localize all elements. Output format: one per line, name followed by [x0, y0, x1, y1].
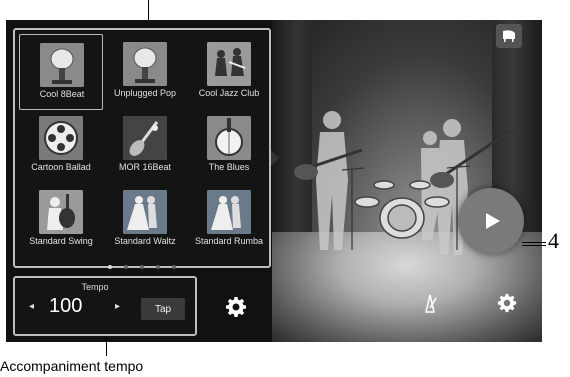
tempo-value: 100	[49, 295, 83, 317]
style-label: MOR 16Beat	[118, 162, 172, 172]
style-tile[interactable]: Standard Rumba	[187, 182, 271, 258]
callout-line-4	[522, 242, 546, 243]
style-tile[interactable]: The Blues	[187, 108, 271, 184]
tempo-decrease-button[interactable]: ◂	[29, 301, 34, 312]
page-indicator	[15, 256, 269, 274]
page-dot[interactable]	[156, 265, 160, 269]
piano-icon	[503, 30, 515, 42]
play-button[interactable]	[458, 188, 524, 254]
jazz-band-icon	[207, 42, 251, 86]
tempo-increase-button[interactable]: ▸	[115, 301, 120, 312]
style-settings-gear-icon[interactable]	[224, 295, 248, 319]
callout-label: Accompaniment tempo	[0, 358, 144, 374]
style-label: Standard Waltz	[114, 236, 176, 246]
panel-pointer	[271, 150, 279, 166]
style-label: Cool 8Beat	[39, 89, 85, 99]
film-reel-icon	[39, 116, 83, 160]
style-label: Cool Jazz Club	[198, 88, 260, 98]
play-icon	[486, 213, 500, 229]
style-tile[interactable]: Standard Swing	[19, 182, 103, 258]
style-label: Cartoon Ballad	[31, 162, 91, 172]
microphone-icon	[40, 43, 84, 87]
settings-gear-icon[interactable]	[496, 292, 518, 314]
banjo-icon	[207, 116, 251, 160]
page-dot[interactable]	[172, 265, 176, 269]
style-label: Standard Rumba	[194, 236, 264, 246]
piano-button[interactable]	[496, 24, 522, 48]
style-tile[interactable]: Cool 8Beat	[19, 34, 103, 110]
page-dot[interactable]	[108, 265, 112, 269]
dancers-icon	[123, 190, 167, 234]
style-tile[interactable]: Unplugged Pop	[103, 34, 187, 110]
style-tile[interactable]: Cartoon Ballad	[19, 108, 103, 184]
tempo-label: Tempo	[81, 282, 109, 292]
style-label: Standard Swing	[29, 236, 93, 246]
callout-line-bottom	[106, 336, 107, 356]
callout-number: 4	[548, 228, 559, 253]
style-selection-panel: Cool 8Beat Unplugged Pop Cool Jazz Club Car…	[13, 28, 271, 269]
style-tile[interactable]: Cool Jazz Club	[187, 34, 271, 110]
style-label: Unplugged Pop	[113, 88, 177, 98]
tempo-panel: Tempo ◂ 100 ▸ Tap	[13, 276, 197, 336]
style-tile[interactable]: MOR 16Beat	[103, 108, 187, 184]
style-label: The Blues	[208, 162, 250, 172]
metronome-icon[interactable]	[420, 292, 440, 314]
microphone-icon	[123, 42, 167, 86]
electric-guitar-icon	[123, 116, 167, 160]
acoustic-guitar-icon	[39, 190, 83, 234]
page-dot[interactable]	[140, 265, 144, 269]
page-dot[interactable]	[124, 265, 128, 269]
tap-tempo-button[interactable]: Tap	[141, 298, 185, 320]
dancers-icon	[207, 190, 251, 234]
style-tile[interactable]: Standard Waltz	[103, 182, 187, 258]
